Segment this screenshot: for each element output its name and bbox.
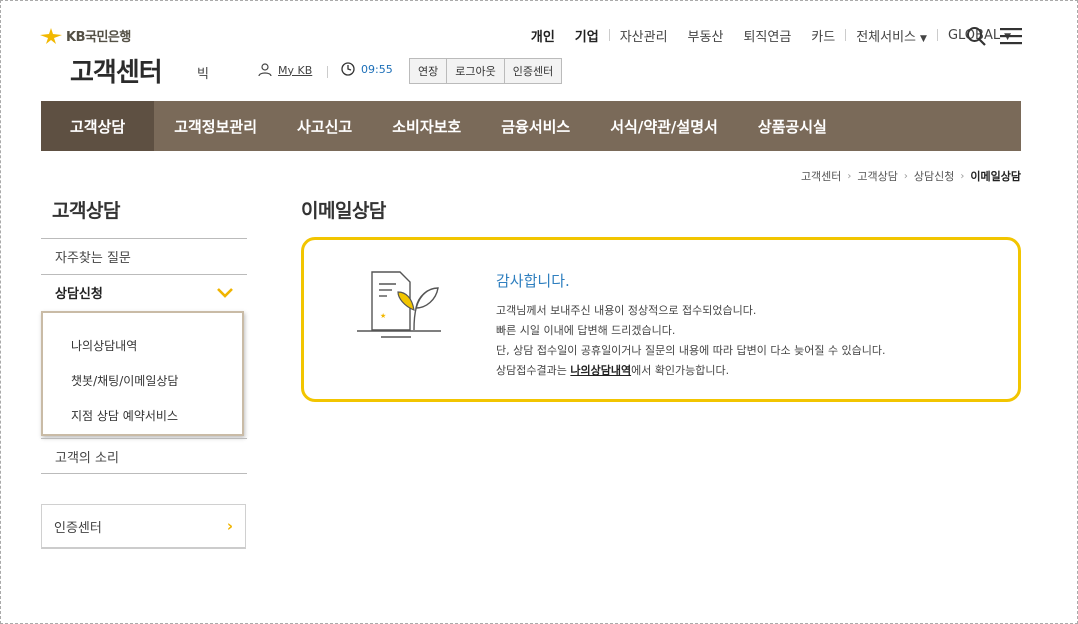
gnb-tab-consult[interactable]: 고객상담 (41, 101, 155, 151)
breadcrumb-item[interactable]: 상담신청 (914, 168, 954, 184)
session-buttons: 연장 로그아웃 인증센터 (409, 58, 563, 84)
sidebar-item-label: 상담신청 (55, 287, 103, 302)
chevron-right-icon: › (903, 170, 908, 182)
breadcrumb-item[interactable]: 고객센터 (801, 168, 841, 184)
chevron-right-icon: › (960, 170, 965, 182)
line4-prefix: 상담접수결과는 (496, 364, 571, 377)
sidebar-item-label: 고객의 소리 (55, 450, 119, 466)
message-line: 단, 상담 접수일이 공휴일이거나 질문의 내용에 따라 답변이 다소 늦어질 … (496, 344, 886, 357)
result-message: 감사합니다. 고객님께서 보내주신 내용이 정상적으로 접수되었습니다. 빠른 … (496, 270, 886, 381)
breadcrumb: 고객센터 › 고객상담 › 상담신청 › 이메일상담 (801, 168, 1021, 184)
session-timer: 09:55 (341, 62, 393, 76)
logo-text: KB국민은행 (66, 30, 131, 45)
font-size-toggle[interactable]: 빅 (197, 63, 209, 82)
nav-all-services[interactable]: 전체서비스 ▼ (846, 26, 937, 45)
cert-center-link[interactable]: 인증센터 › (41, 504, 246, 549)
thanks-heading: 감사합니다. (496, 272, 570, 290)
mykb-label: My KB (278, 63, 313, 77)
sidebar-submenu: 나의상담내역 챗봇/채팅/이메일상담 지점 상담 예약서비스 (41, 311, 244, 436)
message-line: 상담접수결과는 나의상담내역에서 확인가능합니다. (496, 361, 886, 381)
breadcrumb-current: 이메일상담 (970, 170, 1021, 183)
cert-center-label: 인증센터 (54, 520, 102, 536)
submenu-chat-email[interactable]: 챗봇/채팅/이메일상담 (43, 363, 242, 398)
gnb-tab-products[interactable]: 상품공시실 (738, 101, 847, 151)
nav-card[interactable]: 카드 (801, 26, 845, 45)
gnb-tab-consumer[interactable]: 소비자보호 (372, 101, 481, 151)
nav-pension[interactable]: 퇴직연금 (733, 26, 801, 45)
submenu-branch-booking[interactable]: 지점 상담 예약서비스 (43, 398, 242, 433)
page-title: 이메일상담 (301, 200, 386, 222)
extend-button[interactable]: 연장 (409, 58, 448, 84)
message-line: 빠른 시일 이내에 답변해 드리겠습니다. (496, 324, 676, 337)
chevron-right-icon: › (226, 517, 233, 535)
timer-value: 09:55 (361, 62, 393, 76)
line4-suffix: 에서 확인가능합니다. (631, 364, 730, 377)
my-consult-link[interactable]: 나의상담내역 (570, 364, 631, 377)
site-title[interactable]: 고객센터 (70, 52, 163, 89)
message-line: 고객님께서 보내주신 내용이 정상적으로 접수되었습니다. (496, 304, 757, 317)
chevron-right-icon: › (847, 170, 852, 182)
search-icon[interactable] (966, 26, 986, 46)
global-nav-bar: 고객상담 고객정보관리 사고신고 소비자보호 금융서비스 서식/약관/설명서 상… (41, 101, 1021, 151)
sidebar-item-consult[interactable]: 상담신청 (41, 274, 247, 310)
logout-button[interactable]: 로그아웃 (446, 58, 505, 84)
nav-personal[interactable]: 개인 (521, 26, 565, 45)
nav-corporate[interactable]: 기업 (565, 26, 609, 45)
gnb-tab-accident[interactable]: 사고신고 (277, 101, 372, 151)
gnb-tab-finance[interactable]: 금융서비스 (481, 101, 590, 151)
top-nav: 개인 기업 자산관리 부동산 퇴직연금 카드 전체서비스▼ GLOBAL▼ (521, 26, 1021, 45)
sidebar-item-faq[interactable]: 자주찾는 질문 (41, 238, 247, 274)
sidebar-menu: 자주찾는 질문 상담신청 (41, 238, 247, 310)
clock-icon (341, 62, 355, 76)
all-services-label: 전체서비스 (856, 29, 917, 45)
mykb-link[interactable]: My KB (258, 63, 312, 77)
cert-center-button[interactable]: 인증센터 (503, 58, 563, 84)
breadcrumb-item[interactable]: 고객상담 (857, 168, 897, 184)
person-icon (258, 63, 272, 77)
sidebar-item-label: 자주찾는 질문 (55, 251, 131, 266)
kb-star-icon (40, 27, 62, 44)
nav-asset[interactable]: 자산관리 (610, 26, 678, 45)
submenu-my-consult[interactable]: 나의상담내역 (43, 328, 242, 363)
chevron-down-icon (217, 287, 233, 298)
svg-text:★: ★ (380, 312, 386, 320)
sidebar-title: 고객상담 (52, 200, 120, 222)
nav-realestate[interactable]: 부동산 (678, 26, 734, 45)
hamburger-menu-icon[interactable] (1000, 27, 1022, 45)
sidebar-item-voice[interactable]: 고객의 소리 (41, 438, 247, 474)
gnb-tab-forms[interactable]: 서식/약관/설명서 (590, 101, 738, 151)
kb-logo[interactable]: KB국민은행 (40, 26, 131, 45)
caret-down-icon: ▼ (920, 33, 927, 44)
result-box: ★ 감사합니다. 고객님께서 보내주신 내용이 정상적으로 접수되었습니다. 빠… (301, 237, 1021, 402)
document-leaf-icon: ★ (357, 271, 441, 338)
gnb-tab-info[interactable]: 고객정보관리 (154, 101, 277, 151)
divider (327, 66, 328, 78)
